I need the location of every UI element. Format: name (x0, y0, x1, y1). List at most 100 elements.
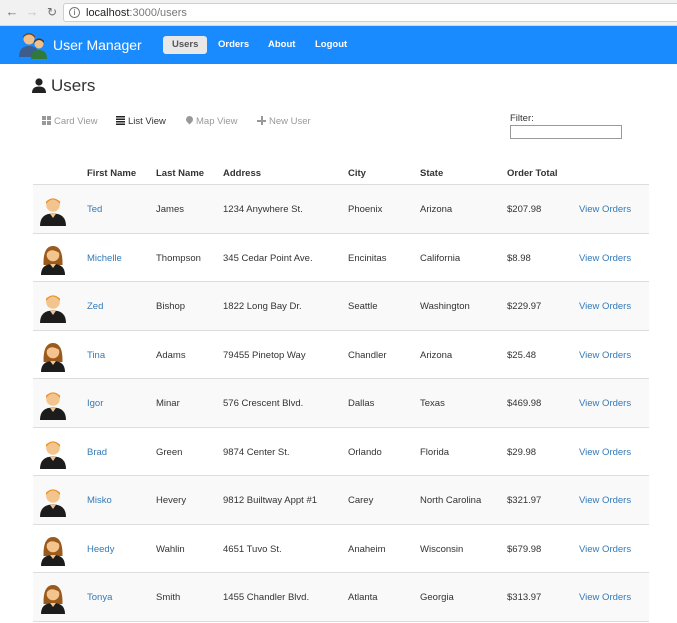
address-bar[interactable]: i localhost:3000/users (63, 3, 677, 22)
view-orders-link[interactable]: View Orders (579, 301, 631, 312)
address-cell: 4651 Tuvo St. (223, 543, 282, 555)
view-orders-link[interactable]: View Orders (579, 447, 631, 458)
city-cell: Dallas (348, 398, 375, 409)
page-title: Users (51, 76, 96, 95)
nav-orders-link[interactable]: Orders (209, 36, 258, 54)
header-order-total[interactable]: Order Total (507, 168, 558, 179)
app-navbar: User Manager Users Orders About Logout (0, 26, 677, 64)
view-orders-link[interactable]: View Orders (579, 350, 631, 361)
nav-logout-link[interactable]: Logout (306, 36, 356, 54)
table-row: Misko Hevery 9812 Builtway Appt #1 Carey Nor… (33, 476, 649, 525)
users-table: First Name Last Name Address City State … (33, 160, 649, 622)
reload-icon[interactable]: ↻ (45, 5, 59, 19)
state-cell: Wisconsin (420, 543, 464, 555)
back-arrow-icon[interactable]: ← (5, 5, 19, 19)
address-cell: 9874 Center St. (223, 446, 290, 458)
nav-users-link[interactable]: Users (163, 36, 207, 54)
map-view-label: Map View (196, 116, 238, 127)
filter-input[interactable] (510, 125, 622, 139)
first-name-link[interactable]: Zed (87, 301, 103, 312)
header-last-name[interactable]: Last Name (156, 168, 204, 179)
last-name-cell: Wahlin (156, 543, 185, 555)
female-avatar-icon (37, 340, 69, 372)
state-cell: California (420, 252, 461, 264)
filter-label: Filter: (510, 113, 534, 124)
last-name-cell: Hevery (156, 495, 187, 506)
order-total-cell: $313.97 (507, 592, 542, 603)
map-view-tab[interactable]: Map View (186, 116, 238, 128)
first-name-link[interactable]: Misko (87, 495, 112, 506)
order-total-cell: $207.98 (507, 204, 542, 215)
first-name-link[interactable]: Michelle (87, 253, 122, 264)
city-cell: Encinitas (348, 252, 387, 264)
state-cell: Arizona (420, 349, 453, 361)
order-total-cell: $25.48 (507, 349, 537, 361)
city-cell: Orlando (348, 446, 382, 458)
address-cell: 1822 Long Bay Dr. (223, 301, 302, 312)
last-name-cell: Adams (156, 349, 186, 361)
view-orders-link[interactable]: View Orders (579, 253, 631, 264)
table-row: Brad Green 9874 Center St. Orlando Florida $2… (33, 428, 649, 476)
table-row: Michelle Thompson 345 Cedar Point Ave. Enci… (33, 234, 649, 282)
state-cell: North Carolina (420, 495, 482, 506)
map-marker-icon (186, 116, 193, 125)
browser-toolbar: ← → ↻ i localhost:3000/users (0, 0, 677, 26)
male-avatar-icon (37, 388, 69, 420)
view-orders-link[interactable]: View Orders (579, 544, 631, 555)
list-view-tab[interactable]: List View (116, 116, 166, 128)
new-user-tab[interactable]: New User (257, 116, 311, 128)
first-name-link[interactable]: Tina (87, 350, 105, 361)
forward-arrow-icon[interactable]: → (25, 5, 39, 19)
url-text[interactable]: localhost:3000/users (86, 7, 187, 19)
address-cell: 345 Cedar Point Ave. (223, 252, 313, 264)
state-cell: Washington (420, 301, 470, 312)
header-address[interactable]: Address (223, 168, 261, 179)
users-logo-icon (19, 33, 47, 59)
city-cell: Chandler (348, 349, 387, 361)
card-view-label: Card View (54, 116, 98, 127)
city-cell: Seattle (348, 301, 378, 312)
table-body: Ted James 1234 Anywhere St. Phoenix Arizona $… (33, 185, 649, 622)
order-total-cell: $679.98 (507, 543, 542, 555)
state-cell: Arizona (420, 204, 453, 215)
order-total-cell: $321.97 (507, 495, 542, 506)
brand-title[interactable]: User Manager (53, 37, 142, 53)
list-view-label: List View (128, 116, 166, 127)
table-row: Heedy Wahlin 4651 Tuvo St. Anaheim Wisconsin… (33, 525, 649, 573)
address-cell: 1234 Anywhere St. (223, 204, 303, 215)
new-user-label: New User (269, 116, 311, 127)
header-city[interactable]: City (348, 168, 366, 179)
order-total-cell: $469.98 (507, 398, 542, 409)
table-row: Zed Bishop 1822 Long Bay Dr. Seattle Washing… (33, 282, 649, 331)
plus-icon (257, 116, 266, 125)
card-view-tab[interactable]: Card View (42, 116, 98, 128)
header-first-name[interactable]: First Name (87, 168, 136, 179)
last-name-cell: James (156, 204, 184, 215)
female-avatar-icon (37, 243, 69, 275)
header-state[interactable]: State (420, 168, 443, 179)
last-name-cell: Bishop (156, 301, 186, 312)
first-name-link[interactable]: Ted (87, 204, 102, 215)
view-orders-link[interactable]: View Orders (579, 398, 631, 409)
table-row: Igor Minar 576 Crescent Blvd. Dallas Texas $4… (33, 379, 649, 428)
first-name-link[interactable]: Brad (87, 447, 107, 458)
view-orders-link[interactable]: View Orders (579, 495, 631, 506)
grid-icon (42, 116, 51, 125)
last-name-cell: Green (156, 446, 183, 458)
table-row: Tonya Smith 1455 Chandler Blvd. Atlanta Geor… (33, 573, 649, 622)
url-host: localhost (86, 7, 130, 19)
last-name-cell: Smith (156, 592, 181, 603)
male-avatar-icon (37, 194, 69, 226)
state-cell: Georgia (420, 592, 454, 603)
view-orders-link[interactable]: View Orders (579, 592, 631, 603)
table-row: Tina Adams 79455 Pinetop Way Chandler Arizon… (33, 331, 649, 379)
city-cell: Atlanta (348, 592, 378, 603)
first-name-link[interactable]: Igor (87, 398, 103, 409)
first-name-link[interactable]: Heedy (87, 544, 114, 555)
nav-about-link[interactable]: About (259, 36, 304, 54)
address-cell: 9812 Builtway Appt #1 (223, 495, 318, 506)
state-cell: Texas (420, 398, 445, 409)
view-orders-link[interactable]: View Orders (579, 204, 631, 215)
info-icon[interactable]: i (69, 7, 80, 18)
first-name-link[interactable]: Tonya (87, 592, 112, 603)
